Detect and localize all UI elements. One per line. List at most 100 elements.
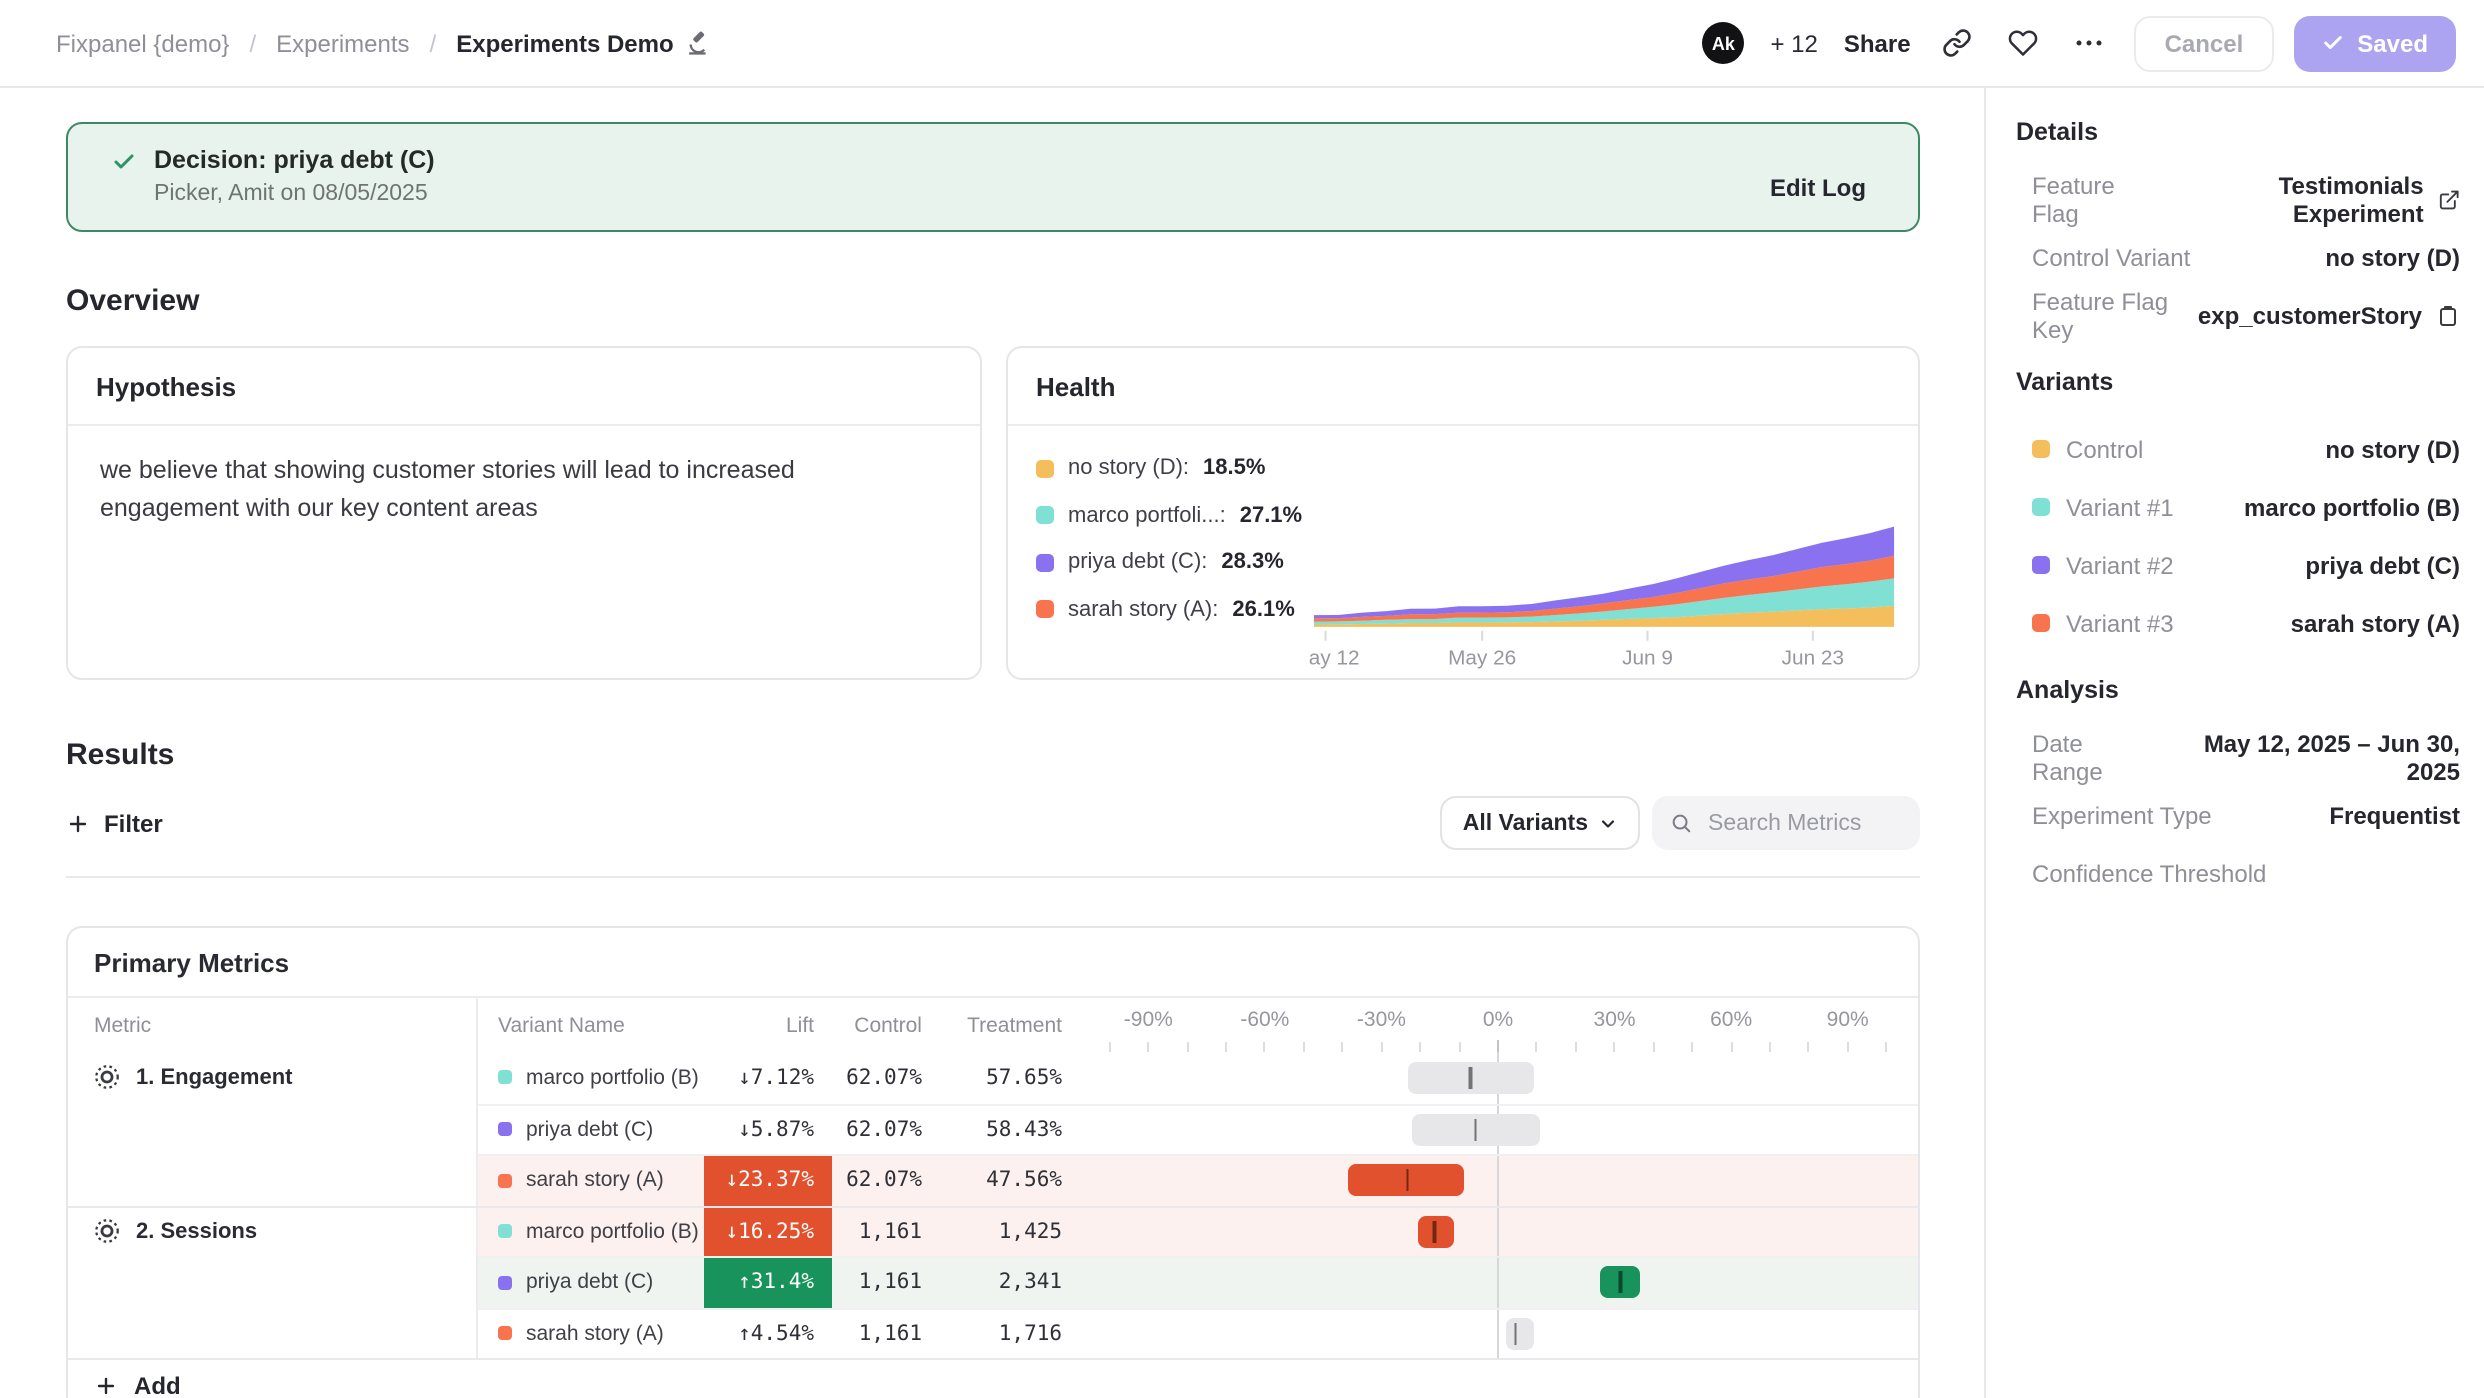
table-row[interactable]: priya debt (C)↑31.4%1,1612,341 (68, 1256, 1918, 1307)
breadcrumb-experiments[interactable]: Experiments (276, 29, 409, 57)
variant-slot: Variant #1 (2066, 493, 2174, 521)
legend-value: 18.5% (1203, 456, 1265, 480)
edit-log-button[interactable]: Edit Log (1770, 174, 1866, 202)
variant-label: Control (2032, 435, 2143, 463)
lift-value: ↑31.4% (738, 1271, 814, 1295)
collaborators-count[interactable]: + 12 (1770, 29, 1817, 57)
table-row[interactable]: 1. Engagementmarco portfolio (B)↓7.12%62… (68, 1052, 1918, 1103)
search-metrics-input[interactable] (1704, 809, 1902, 837)
check-icon (2321, 32, 2343, 54)
ci-plot (1090, 1309, 1906, 1358)
copy-link-button[interactable] (1937, 23, 1977, 63)
plus-icon (94, 1373, 118, 1397)
variant-swatch (498, 1071, 512, 1085)
control-cell: 62.07% (832, 1052, 940, 1103)
add-label: Add (134, 1371, 181, 1398)
treatment-cell: 1,716 (940, 1307, 1074, 1358)
point-estimate-marker (1619, 1272, 1622, 1294)
table-row[interactable]: sarah story (A)↑4.54%1,1611,716 (68, 1307, 1918, 1358)
add-filter-button[interactable]: Filter (66, 809, 163, 837)
legend-label: priya debt (C): (1068, 550, 1207, 574)
check-icon (112, 150, 136, 174)
metric-target-icon (94, 1065, 120, 1091)
breadcrumb-separator: / (249, 29, 256, 57)
treatment-cell: 2,341 (940, 1256, 1074, 1307)
ci-plot-cell (1074, 1052, 1918, 1103)
treatment-cell: 1,425 (940, 1205, 1074, 1256)
cancel-button[interactable]: Cancel (2135, 15, 2274, 71)
variant-row: Variant #2priya debt (C) (2008, 536, 2460, 594)
feature-flag-value[interactable]: Testimonials Experiment (2160, 171, 2424, 227)
copy-icon[interactable] (2436, 303, 2460, 327)
experiment-type-row: Experiment Type Frequentist (2008, 786, 2460, 844)
metric-cell (68, 1154, 478, 1205)
external-link-icon[interactable] (2438, 187, 2460, 211)
legend-swatch (1036, 600, 1054, 618)
saved-button[interactable]: Saved (2293, 15, 2456, 71)
lift-cell: ↑4.54% (704, 1307, 832, 1358)
avatar[interactable]: Ak (1702, 22, 1744, 64)
table-row[interactable]: 2. Sessionsmarco portfolio (B)↓16.25%1,1… (68, 1205, 1918, 1256)
lift-cell: ↑31.4% (704, 1256, 832, 1307)
decision-banner: Decision: priya debt (C) Picker, Amit on… (66, 122, 1920, 232)
share-button[interactable]: Share (1844, 29, 1911, 57)
axis-tick (1303, 1042, 1305, 1052)
breadcrumb-current: Experiments Demo (456, 29, 709, 57)
control-cell: 1,161 (832, 1205, 940, 1256)
decision-texts: Decision: priya debt (C) Picker, Amit on… (154, 146, 435, 206)
lift-value: ↓16.25% (725, 1220, 814, 1244)
variant-slot: Control (2066, 435, 2143, 463)
legend-value: 26.1% (1232, 597, 1294, 621)
confidence-bar (1506, 1318, 1535, 1350)
table-row[interactable]: sarah story (A)↓23.37%62.07%47.56% (68, 1154, 1918, 1205)
point-estimate-marker (1433, 1221, 1436, 1243)
plus-icon (66, 811, 90, 835)
legend-label: marco portfoli...: (1068, 503, 1226, 527)
metric-name: 2. Sessions (136, 1220, 257, 1244)
legend-item: priya debt (C): 28.3% (1036, 550, 1308, 574)
page-title: Experiments Demo (456, 29, 673, 57)
treatment-value: 58.43% (986, 1118, 1062, 1142)
variant-name: sarah story (A) (526, 1169, 664, 1193)
control-value: 1,161 (859, 1271, 922, 1295)
ci-plot-cell (1074, 1205, 1918, 1256)
ci-plot (1090, 1207, 1906, 1256)
point-estimate-marker (1474, 1119, 1477, 1141)
confidence-threshold-row: Confidence Threshold (2008, 844, 2460, 902)
metric-cell (68, 1256, 478, 1307)
col-control: Control (832, 998, 940, 1052)
control-value: 62.07% (846, 1066, 922, 1090)
ci-plot (1090, 1156, 1906, 1205)
table-row[interactable]: priya debt (C)↓5.87%62.07%58.43% (68, 1103, 1918, 1154)
legend-item: marco portfoli...: 27.1% (1036, 503, 1308, 527)
zero-line (1497, 1258, 1499, 1307)
treatment-value: 1,716 (999, 1322, 1062, 1346)
col-metric: Metric (68, 998, 478, 1052)
ci-plot-cell (1074, 1103, 1918, 1154)
favorite-button[interactable] (2003, 23, 2043, 63)
filter-label: Filter (104, 809, 163, 837)
variant-row: Variant #3sarah story (A) (2008, 594, 2460, 652)
variant-filter-dropdown[interactable]: All Variants (1441, 796, 1640, 850)
primary-metrics-card: Primary Metrics Metric Variant Name Lift… (66, 926, 1920, 1398)
point-estimate-marker (1406, 1170, 1409, 1192)
saved-label: Saved (2357, 29, 2428, 57)
results-heading: Results (66, 738, 1920, 772)
point-estimate-marker (1469, 1067, 1472, 1089)
legend-swatch (1036, 459, 1054, 477)
axis-tick (1342, 1042, 1344, 1052)
variant-cell: sarah story (A) (478, 1154, 704, 1205)
axis-tick (1380, 1042, 1382, 1052)
variant-swatch (498, 1225, 512, 1239)
control-cell: 62.07% (832, 1103, 940, 1154)
more-menu-button[interactable] (2069, 23, 2109, 63)
axis-tick (1652, 1042, 1654, 1052)
x-tick-label: Jun 9 (1622, 646, 1673, 669)
app: Fixpanel {demo} / Experiments / Experime… (0, 0, 2484, 1398)
add-metric-button[interactable]: Add (68, 1358, 1918, 1398)
variant-value: sarah story (A) (2291, 609, 2460, 637)
axis-tick (1458, 1042, 1460, 1052)
metric-cell (68, 1307, 478, 1358)
control-variant-row: Control Variant no story (D) (2008, 228, 2460, 286)
breadcrumb-project[interactable]: Fixpanel {demo} (56, 29, 229, 57)
